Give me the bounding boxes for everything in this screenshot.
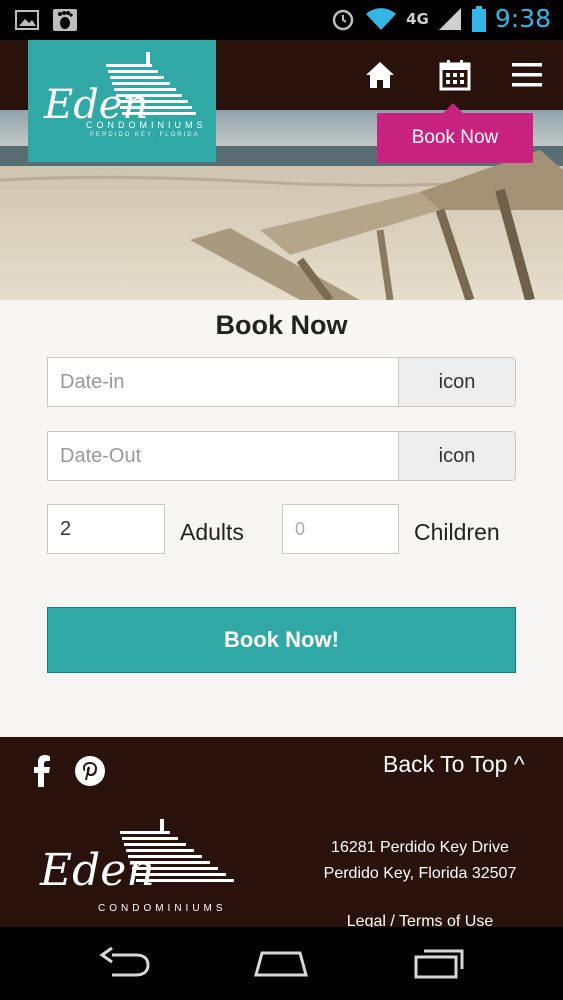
adults-field[interactable]: 2 (47, 504, 165, 554)
clock: 9:38 (494, 4, 551, 33)
adults-value: 2 (60, 517, 72, 540)
menu-icon[interactable] (510, 58, 544, 92)
adults-label: Adults (180, 519, 244, 545)
logo-tagline: PERDIDO KEY, FLORIDA (90, 132, 200, 138)
wifi-icon (366, 7, 397, 30)
calendar-icon[interactable] (438, 58, 472, 92)
date-out-field[interactable]: Date-Out (47, 431, 399, 481)
date-in-placeholder: Date-in (60, 370, 125, 393)
children-label: Children (414, 519, 500, 545)
image-notification-icon (15, 10, 39, 30)
facebook-icon[interactable] (26, 755, 58, 787)
book-now-tooltip[interactable]: Book Now (377, 103, 533, 163)
book-now-submit-button[interactable]: Book Now! (47, 607, 516, 673)
site-footer: Back To Top ^ Eden CONDOMINIUMS 16281 Pe… (0, 737, 563, 927)
back-icon[interactable] (96, 945, 154, 981)
address-line-1: 16281 Perdido Key Drive (331, 839, 509, 856)
date-out-calendar-button[interactable]: icon (398, 431, 516, 481)
alarm-icon (332, 9, 354, 30)
status-bar: 4G 9:38 (0, 0, 563, 40)
home-nav-icon[interactable] (250, 945, 312, 981)
date-out-placeholder: Date-Out (60, 444, 142, 467)
system-nav-bar (0, 927, 563, 1000)
signal-icon (438, 7, 461, 30)
date-in-calendar-button[interactable]: icon (398, 357, 516, 407)
legal-link[interactable]: Legal / Terms of Use (300, 913, 540, 927)
children-field[interactable]: 0 (282, 504, 399, 554)
form-title: Book Now (215, 310, 348, 340)
site-logo[interactable]: Eden CONDOMINIUMS PERDIDO KEY, FLORIDA (28, 40, 216, 162)
footer-logo[interactable]: Eden CONDOMINIUMS (40, 817, 250, 927)
children-placeholder: 0 (295, 518, 306, 539)
footer-logo-subtitle: CONDOMINIUMS (98, 903, 227, 914)
footprint-notification-icon (53, 9, 77, 31)
booking-form: Book Now Date-in icon Date-Out icon 2 Ad… (0, 300, 563, 737)
battery-icon (471, 5, 486, 32)
date-in-field[interactable]: Date-in (47, 357, 399, 407)
address-line-2: Perdido Key, Florida 32507 (323, 865, 517, 882)
network-type: 4G (406, 9, 429, 28)
pinterest-icon[interactable] (74, 755, 106, 787)
back-to-top-link[interactable]: Back To Top ^ (383, 751, 525, 778)
home-icon[interactable] (363, 58, 397, 92)
recent-apps-icon[interactable] (410, 945, 468, 981)
footer-logo-text: Eden (40, 845, 155, 896)
logo-subtitle: CONDOMINIUMS (86, 120, 207, 130)
